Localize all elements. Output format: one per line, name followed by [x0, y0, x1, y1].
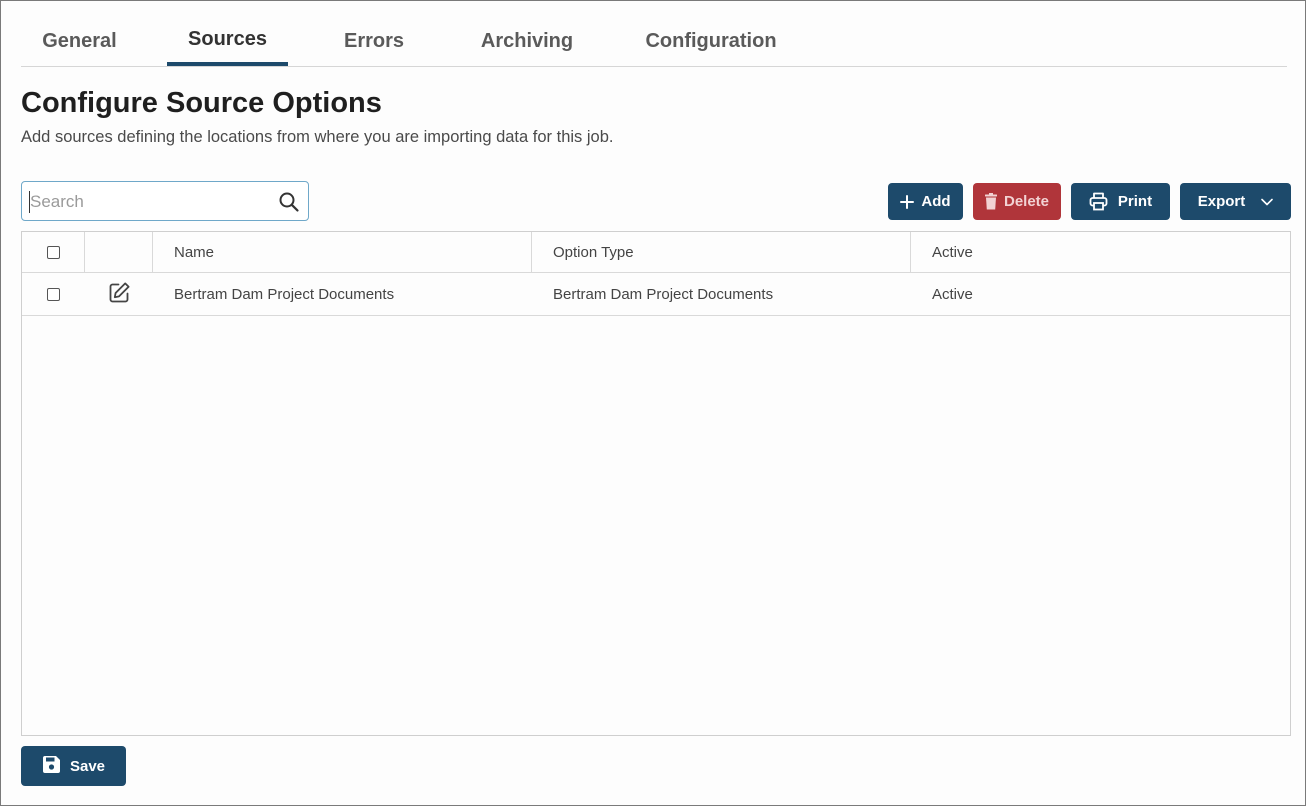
search-box[interactable] — [21, 181, 309, 221]
header-checkbox-cell — [22, 232, 85, 272]
search-input[interactable] — [28, 187, 277, 217]
select-all-checkbox[interactable] — [46, 245, 60, 259]
cell-name: Bertram Dam Project Documents — [174, 285, 395, 303]
export-button[interactable]: Export — [1180, 183, 1291, 220]
delete-button-label: Delete — [1003, 193, 1050, 210]
print-button-label: Print — [1117, 193, 1153, 210]
sources-grid: Name Option Type Active Bertram Dam Proj… — [21, 231, 1291, 736]
cell-active: Active — [932, 285, 973, 303]
page-title: Configure Source Options — [21, 87, 382, 119]
grid-header: Name Option Type Active — [22, 232, 1290, 273]
tab-general[interactable]: General — [21, 19, 138, 66]
add-button-label: Add — [921, 193, 951, 210]
cell-option-type: Bertram Dam Project Documents — [553, 285, 774, 303]
tab-errors[interactable]: Errors — [324, 19, 424, 66]
edit-icon[interactable] — [108, 281, 131, 308]
table-row[interactable]: Bertram Dam Project Documents Bertram Da… — [22, 273, 1290, 316]
row-edit-cell — [85, 273, 153, 315]
save-button[interactable]: Save — [21, 746, 126, 786]
delete-button[interactable]: Delete — [973, 183, 1061, 220]
row-checkbox-cell — [22, 273, 85, 315]
tab-archiving[interactable]: Archiving — [457, 19, 597, 66]
tab-sources[interactable]: Sources — [167, 17, 288, 66]
tab-bar: General Sources Errors Archiving Configu… — [21, 19, 1287, 67]
plus-icon — [900, 194, 915, 209]
row-checkbox[interactable] — [47, 287, 60, 301]
search-icon[interactable] — [278, 191, 300, 213]
column-header-option-type[interactable]: Option Type — [532, 232, 911, 272]
print-button[interactable]: Print — [1071, 183, 1170, 220]
add-button[interactable]: Add — [888, 183, 963, 220]
column-header-active[interactable]: Active — [911, 232, 1290, 272]
column-header-name[interactable]: Name — [153, 232, 532, 272]
floppy-disk-icon — [42, 755, 61, 778]
chevron-down-icon — [1261, 198, 1274, 206]
printer-icon — [1089, 192, 1108, 211]
page-subtitle: Add sources defining the locations from … — [21, 128, 614, 146]
save-button-label: Save — [69, 757, 106, 775]
header-edit-cell — [85, 232, 153, 272]
export-button-label: Export — [1197, 193, 1246, 210]
trash-icon — [984, 193, 997, 210]
tab-configuration[interactable]: Configuration — [629, 19, 793, 66]
page-frame: General Sources Errors Archiving Configu… — [0, 0, 1306, 806]
